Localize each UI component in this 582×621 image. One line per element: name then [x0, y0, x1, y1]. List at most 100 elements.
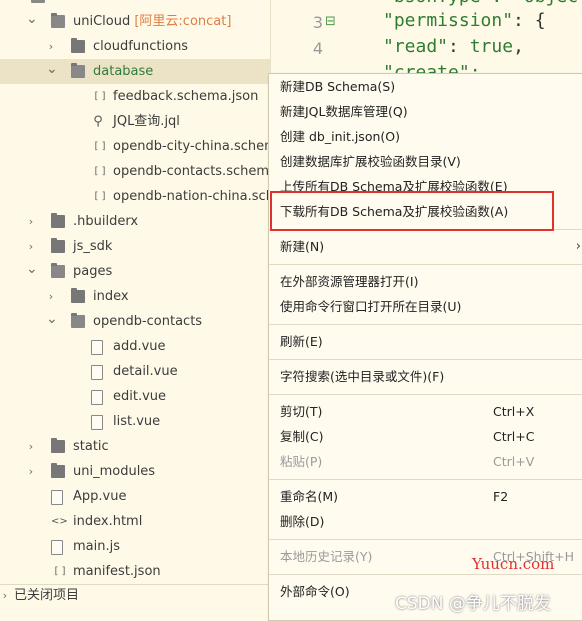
tree-item-label: App.vue	[73, 489, 127, 504]
tree-item-label: opendb-contacts	[93, 314, 203, 329]
json-file-icon: [ ]	[94, 141, 106, 152]
folder-icon	[51, 438, 65, 453]
menu-item[interactable]: 删除(D)	[269, 509, 582, 534]
watermark-csdn: CSDN @争儿不脱发	[395, 594, 551, 614]
tree-item-feedback-schema-json[interactable]: [ ] feedback.schema.json	[0, 84, 282, 109]
menu-item-shortcut: Ctrl+X	[493, 404, 535, 419]
menu-item[interactable]: 字符搜索(选中目录或文件)(F)	[269, 364, 582, 389]
menu-separator	[269, 539, 582, 540]
tree-item-opendb-nation-china-sche[interactable]: [ ] opendb-nation-china.sche	[0, 184, 282, 209]
tree-item-cloudfunctions[interactable]: › cloudfunctions	[0, 34, 282, 59]
chevron-right-icon[interactable]: ›	[46, 284, 56, 309]
query-file-icon: ⚲	[93, 114, 103, 129]
tree-item-uni-modules[interactable]: › uni_modules	[0, 459, 282, 484]
chevron-down-icon[interactable]: ⌄	[26, 9, 38, 34]
code-line[interactable]: "read": true,	[383, 36, 524, 57]
menu-item-db-schema[interactable]: 新建DB Schema(S)	[269, 74, 582, 99]
tree-item-jql-jql[interactable]: ⚲ JQL查询.jql	[0, 109, 282, 134]
tree-item-index-html[interactable]: <> index.html	[0, 509, 282, 534]
chevron-down-icon[interactable]: ⌄	[6, 0, 18, 9]
menu-item[interactable]: 创建数据库扩展校验函数目录(V)	[269, 149, 582, 174]
json-file-icon: [ ]	[94, 191, 106, 202]
menu-item-db-init-json[interactable]: 创建 db_init.json(O)	[269, 124, 582, 149]
chevron-right-icon[interactable]: ›	[46, 34, 56, 59]
tree-item-label: static	[73, 439, 109, 454]
folder-icon	[51, 463, 65, 478]
line-number: 3	[312, 13, 323, 32]
menu-item-label: 字符搜索(选中目录或文件)(F)	[280, 369, 445, 384]
code-token: "permission"	[383, 10, 514, 31]
chevron-right-icon[interactable]: ›	[26, 209, 36, 234]
chevron-down-icon[interactable]: ⌄	[26, 259, 38, 284]
tree-item-list-vue[interactable]: list.vue	[0, 409, 282, 434]
menu-separator	[269, 574, 582, 575]
menu-item-label: 新建(N)	[280, 239, 325, 254]
folder-icon	[51, 213, 65, 228]
chevron-right-icon[interactable]: ›	[0, 585, 10, 610]
menu-item-shortcut: Ctrl+C	[493, 429, 535, 444]
closed-projects-bar[interactable]: › 已关闭项目	[0, 584, 282, 607]
file-icon	[91, 365, 103, 380]
fold-toggle-icon[interactable]: ⊟	[325, 14, 336, 29]
tree-item-detail-vue[interactable]: detail.vue	[0, 359, 282, 384]
chevron-right-icon[interactable]: ›	[26, 459, 36, 484]
menu-item[interactable]: 新建(N) ›	[269, 234, 582, 259]
json-file-icon: [ ]	[94, 91, 106, 102]
tree-item-hbuilderx[interactable]: › .hbuilderx	[0, 209, 282, 234]
menu-item-jql[interactable]: 新建JQL数据库管理(Q)	[269, 99, 582, 124]
tree-item-main-js[interactable]: main.js	[0, 534, 282, 559]
menu-item[interactable]: 使用命令行窗口打开所在目录(U)	[269, 294, 582, 319]
tree-item-index[interactable]: › index	[0, 284, 282, 309]
tree-item-opendb-contacts[interactable]: ⌄ opendb-contacts	[0, 309, 282, 334]
context-menu: 新建DB Schema(S) 新建JQL数据库管理(Q) 创建 db_init.js…	[268, 73, 582, 621]
html-file-icon: <>	[51, 516, 68, 527]
code-token: true	[469, 36, 514, 57]
menu-item-shortcut: Ctrl+V	[493, 454, 535, 469]
menu-item-label: 刷新(E)	[280, 334, 323, 349]
tree-item-cloud[interactable]: ⌄ cloud	[0, 0, 282, 9]
tree-item-database[interactable]: ⌄ database	[0, 59, 282, 84]
code-token: "bsonType": "object	[383, 0, 582, 7]
tree-item-label: JQL查询.jql	[113, 114, 180, 129]
chevron-right-icon[interactable]: ›	[26, 434, 36, 459]
menu-item[interactable]: 复制(C) Ctrl+C	[269, 424, 582, 449]
tree-item-label: feedback.schema.json	[113, 89, 259, 104]
folder-icon	[51, 238, 65, 253]
code-line[interactable]: "bsonType": "object	[383, 0, 582, 7]
menu-item[interactable]: 在外部资源管理器打开(I)	[269, 269, 582, 294]
line-number: 4	[312, 39, 323, 58]
chevron-down-icon[interactable]: ⌄	[46, 309, 58, 334]
menu-separator	[269, 359, 582, 360]
tree-item-js-sdk[interactable]: › js_sdk	[0, 234, 282, 259]
menu-item-label: 创建 db_init.json(O)	[280, 129, 400, 144]
code-line[interactable]: "permission": {	[383, 10, 546, 31]
menu-separator	[269, 479, 582, 480]
tree-item-label: index.html	[73, 514, 143, 529]
menu-item[interactable]: 重命名(M) F2	[269, 484, 582, 509]
tree-item-app-vue[interactable]: App.vue	[0, 484, 282, 509]
highlight-annotation-box	[270, 191, 554, 231]
tree-item-edit-vue[interactable]: edit.vue	[0, 384, 282, 409]
folder-open-icon	[71, 313, 85, 328]
folder-icon	[71, 288, 85, 303]
json-file-icon: [ ]	[94, 166, 106, 177]
menu-item-label: 粘贴(P)	[280, 454, 323, 469]
menu-item-label: 在外部资源管理器打开(I)	[280, 274, 419, 289]
menu-item[interactable]: 刷新(E)	[269, 329, 582, 354]
chevron-down-icon[interactable]: ⌄	[46, 59, 58, 84]
tree-item-add-vue[interactable]: add.vue	[0, 334, 282, 359]
tree-item-opendb-city-china-schema[interactable]: [ ] opendb-city-china.schema	[0, 134, 285, 159]
tree-item-unicloud[interactable]: ⌄ uniCloud [阿里云:concat]	[0, 9, 282, 34]
tree-item-manifest-json[interactable]: [ ] manifest.json	[0, 559, 282, 584]
menu-item[interactable]: 剪切(T) Ctrl+X	[269, 399, 582, 424]
file-icon	[91, 390, 103, 405]
tree-item-label: .hbuilderx	[73, 214, 139, 229]
tree-item-pages[interactable]: ⌄ pages	[0, 259, 282, 284]
folder-open-icon	[51, 263, 65, 278]
chevron-right-icon[interactable]: ›	[26, 234, 36, 259]
tree-item-opendb-contacts-schema-j[interactable]: [ ] opendb-contacts.schema.j	[0, 159, 285, 184]
menu-item-label: 使用命令行窗口打开所在目录(U)	[280, 299, 462, 314]
menu-item-label: 新建JQL数据库管理(Q)	[280, 104, 408, 119]
tree-item-static[interactable]: › static	[0, 434, 282, 459]
tree-item-label: cloudfunctions	[93, 39, 189, 54]
